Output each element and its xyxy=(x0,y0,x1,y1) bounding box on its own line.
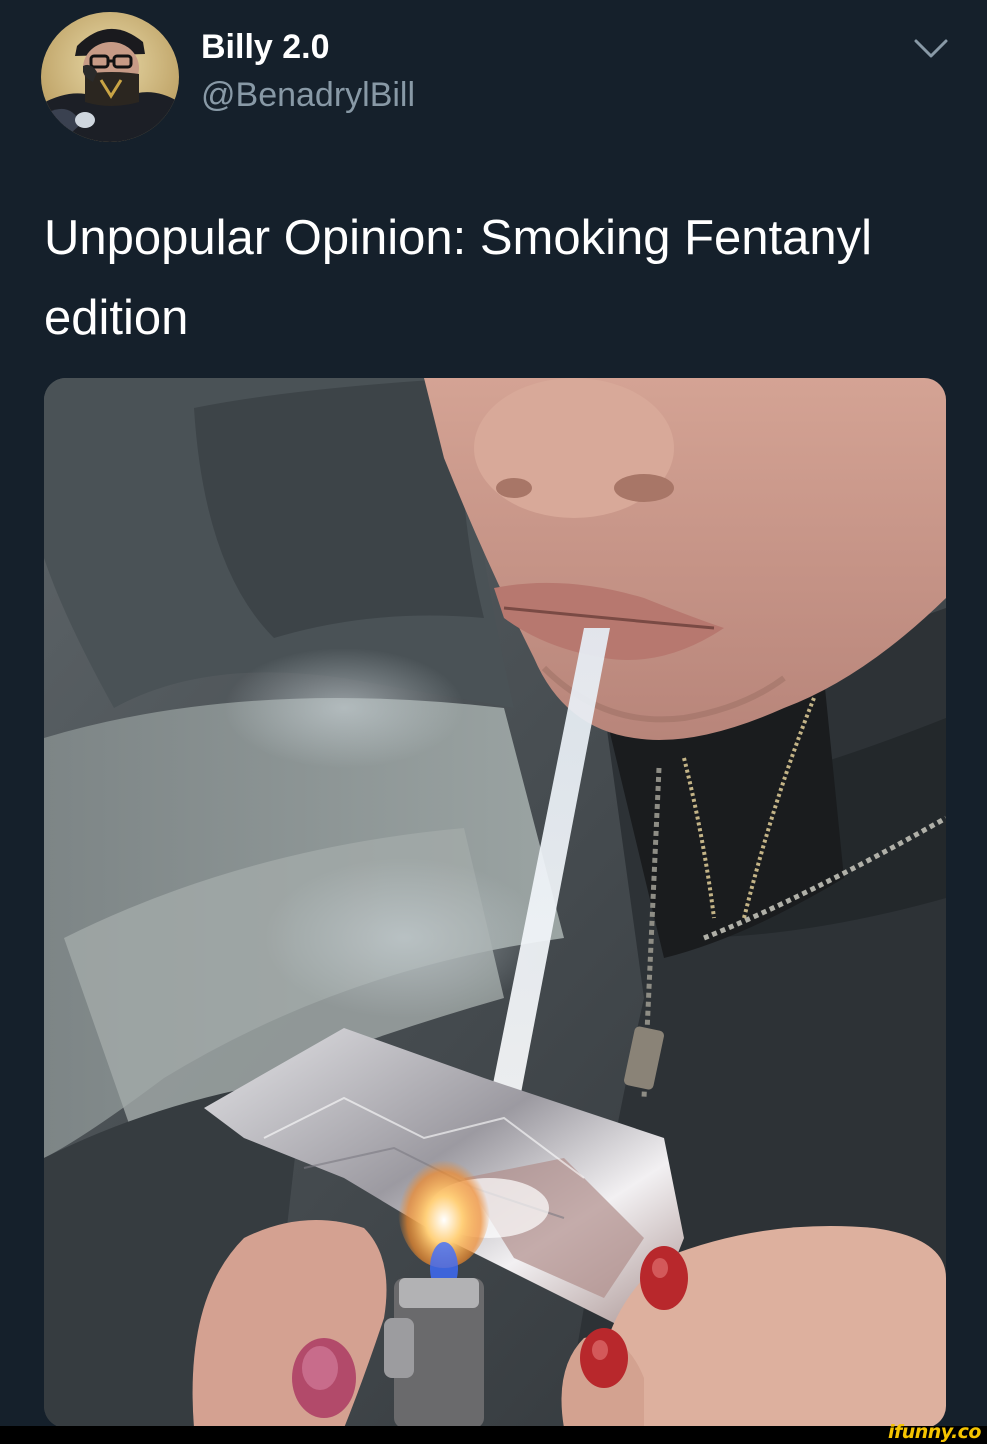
ifunny-watermark: ifunny.co xyxy=(887,1421,982,1443)
tweet-photo[interactable] xyxy=(44,378,946,1428)
author-handle[interactable]: @BenadrylBill xyxy=(201,76,415,114)
watermark-bar xyxy=(0,1426,987,1444)
avatar[interactable] xyxy=(41,12,179,142)
author-display-name[interactable]: Billy 2.0 xyxy=(201,28,330,66)
tweet-card: Billy 2.0 @BenadrylBill Unpopular Opinio… xyxy=(0,0,987,1444)
tweet-text: Unpopular Opinion: Smoking Fentanyl edit… xyxy=(44,211,873,345)
photo-image xyxy=(44,378,946,1428)
avatar-image xyxy=(41,12,179,142)
chevron-down-icon[interactable] xyxy=(913,38,949,60)
